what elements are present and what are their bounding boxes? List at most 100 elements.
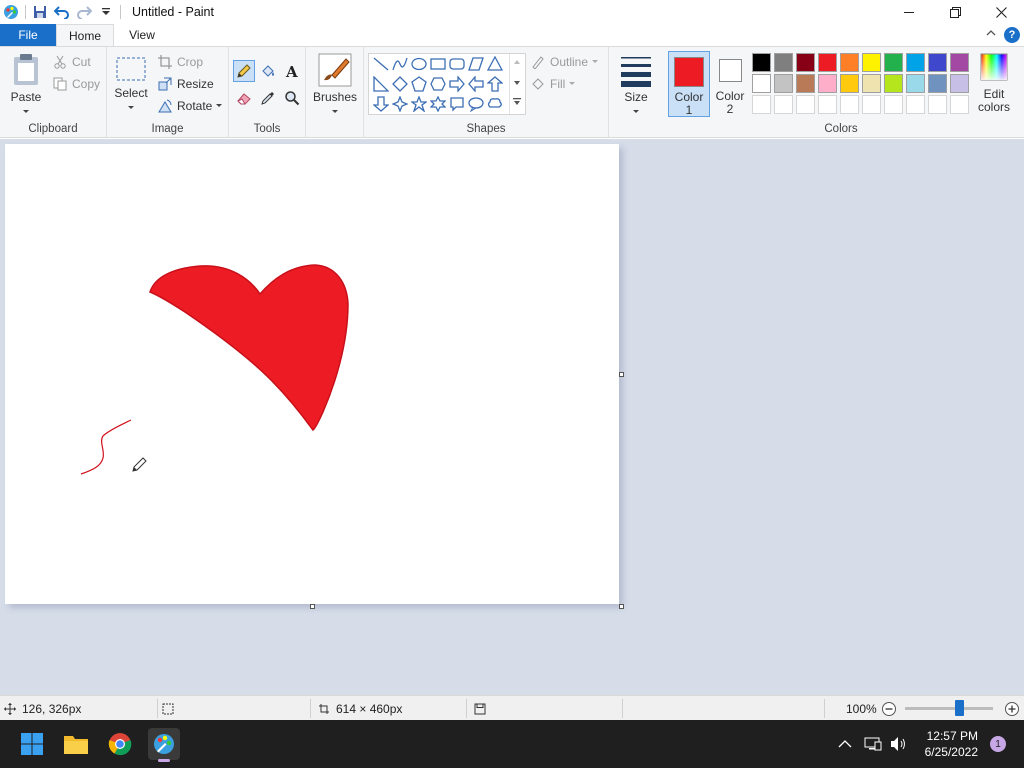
four-point-star-shape[interactable] [390,94,410,114]
hexagon-shape[interactable] [428,74,448,94]
color-swatch[interactable] [950,53,969,72]
text-tool[interactable]: A [281,60,303,82]
crop-button[interactable]: Crop [157,54,203,70]
color-swatch[interactable] [818,53,837,72]
custom-color-slot[interactable] [840,95,859,114]
line-shape[interactable] [371,54,391,74]
color-swatch[interactable] [818,74,837,93]
cloud-callout-shape[interactable] [485,94,505,114]
color-swatch[interactable] [752,74,771,93]
color-swatch[interactable] [862,74,881,93]
custom-color-slot[interactable] [774,95,793,114]
volume-icon[interactable] [890,720,908,768]
resize-button[interactable]: Resize [157,76,214,92]
triangle-shape[interactable] [485,54,505,74]
rotate-button[interactable]: Rotate [157,98,223,114]
fill-button[interactable]: Fill [530,76,576,92]
copy-button[interactable]: Copy [52,76,100,92]
size-button[interactable]: Size [613,53,659,118]
resize-handle-right[interactable] [619,372,624,377]
tab-home[interactable]: Home [56,24,114,46]
notification-badge[interactable]: 1 [990,736,1006,752]
close-button[interactable] [978,0,1024,24]
custom-color-slot[interactable] [928,95,947,114]
outline-button[interactable]: Outline [530,54,599,70]
color1-button[interactable]: Color 1 [668,51,710,117]
color-swatch[interactable] [906,53,925,72]
five-point-star-shape[interactable] [409,94,429,114]
color-swatch[interactable] [774,53,793,72]
show-hidden-icons-button[interactable] [838,720,852,768]
diamond-shape[interactable] [390,74,410,94]
color-swatch[interactable] [884,53,903,72]
undo-icon[interactable] [51,1,73,23]
custom-color-slot[interactable] [796,95,815,114]
fill-tool[interactable] [257,60,279,82]
zoom-in-button[interactable] [1004,696,1020,721]
custom-color-slot[interactable] [862,95,881,114]
custom-color-slot[interactable] [950,95,969,114]
help-icon[interactable]: ? [1004,27,1020,43]
system-clock[interactable]: 12:57 PM 6/25/2022 [925,728,978,760]
start-button[interactable] [16,728,48,760]
six-point-star-shape[interactable] [428,94,448,114]
paint-app-icon[interactable] [0,1,22,23]
up-arrow-shape[interactable] [485,74,505,94]
magnifier-tool[interactable] [281,87,303,109]
network-icon[interactable] [864,720,882,768]
right-arrow-shape[interactable] [447,74,467,94]
rectangle-shape[interactable] [428,54,448,74]
paint-taskbar-button[interactable] [148,728,180,762]
zoom-out-button[interactable] [881,696,897,721]
save-icon[interactable] [29,1,51,23]
color-swatch[interactable] [752,53,771,72]
minimize-button[interactable] [886,0,932,24]
color-swatch[interactable] [840,74,859,93]
edit-colors-button[interactable]: Edit colors [975,53,1013,119]
rounded-rectangle-shape[interactable] [447,54,467,74]
tab-file[interactable]: File [0,24,56,46]
paste-button[interactable]: Paste [6,53,46,118]
color-swatch[interactable] [796,53,815,72]
color-swatch[interactable] [928,74,947,93]
customize-toolbar-icon[interactable] [95,1,117,23]
chrome-button[interactable] [104,728,136,760]
polygon-shape[interactable] [466,54,486,74]
color-swatch[interactable] [774,74,793,93]
collapse-ribbon-icon[interactable] [986,28,996,40]
curve-shape[interactable] [390,54,410,74]
oval-callout-shape[interactable] [466,94,486,114]
zoom-slider-thumb[interactable] [955,700,965,716]
custom-color-slot[interactable] [884,95,903,114]
color-swatch[interactable] [796,74,815,93]
down-arrow-shape[interactable] [371,94,391,114]
color-swatch[interactable] [840,53,859,72]
color-swatch[interactable] [950,74,969,93]
color-swatch[interactable] [928,53,947,72]
pentagon-shape[interactable] [409,74,429,94]
color-swatch[interactable] [906,74,925,93]
tab-view[interactable]: View [114,24,170,46]
eraser-tool[interactable] [233,87,255,109]
color2-button[interactable]: Color 2 [711,51,749,117]
oval-shape[interactable] [409,54,429,74]
brushes-button[interactable]: Brushes [310,53,360,118]
color-picker-tool[interactable] [257,87,279,109]
redo-icon[interactable] [73,1,95,23]
custom-color-slot[interactable] [906,95,925,114]
pencil-tool[interactable] [233,60,255,82]
maximize-button[interactable] [932,0,978,24]
custom-color-slot[interactable] [752,95,771,114]
left-arrow-shape[interactable] [466,74,486,94]
rounded-callout-shape[interactable] [447,94,467,114]
color-swatch[interactable] [884,74,903,93]
right-triangle-shape[interactable] [371,74,391,94]
resize-handle-corner[interactable] [619,604,624,609]
color-swatch[interactable] [862,53,881,72]
resize-handle-bottom[interactable] [310,604,315,609]
cut-button[interactable]: Cut [52,54,91,70]
select-button[interactable]: Select [113,55,149,114]
custom-color-slot[interactable] [818,95,837,114]
file-explorer-button[interactable] [60,728,92,760]
zoom-slider[interactable] [905,696,997,721]
